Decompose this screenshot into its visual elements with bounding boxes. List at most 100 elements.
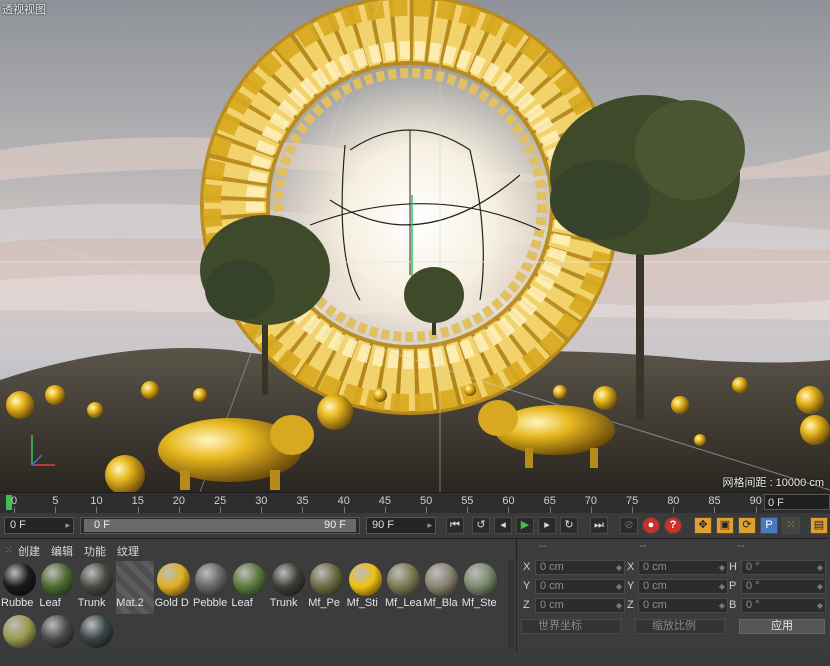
timeline-tick-label: 25: [214, 495, 227, 507]
position-y-field[interactable]: 0 cm ◆: [535, 579, 625, 594]
move-key-icon[interactable]: ✥: [694, 517, 712, 534]
timeline-tick-label: 35: [296, 495, 309, 507]
material-swatch[interactable]: Gold D: [155, 561, 193, 614]
material-label: [1, 649, 39, 663]
timeline-tick-label: 70: [584, 495, 598, 507]
material-swatch[interactable]: Mf_Lea: [385, 561, 423, 614]
viewport-title[interactable]: 透视视图: [2, 1, 46, 17]
previous-frame-icon[interactable]: ◂: [494, 517, 512, 534]
keyframe-lock-icon[interactable]: ⊘: [620, 517, 638, 534]
size-z-field[interactable]: 0 cm ◆: [638, 598, 728, 613]
rotate-key-icon[interactable]: ⟳: [738, 517, 756, 534]
spinner-icon[interactable]: ◆: [817, 580, 823, 593]
go-to-end-icon[interactable]: ⏭: [590, 517, 608, 534]
material-swatch[interactable]: Leaf: [231, 561, 269, 614]
end-frame-value: 90 F: [372, 519, 395, 531]
spinner-icon[interactable]: ▸: [427, 518, 432, 533]
material-swatch[interactable]: Rubbe: [1, 561, 39, 614]
rotation-b-value: 0 °: [746, 599, 760, 611]
spinner-icon[interactable]: ◆: [616, 561, 622, 574]
point-level-icon[interactable]: ⁙: [782, 517, 800, 534]
position-z-field[interactable]: 0 cm ◆: [535, 598, 625, 613]
next-key-icon[interactable]: ↻: [560, 517, 578, 534]
material-label: Trunk: [269, 597, 298, 609]
size-header: --: [639, 540, 647, 552]
rotation-p-field[interactable]: 0 ° ◆: [741, 579, 826, 594]
spinner-icon[interactable]: ◆: [817, 599, 823, 612]
perspective-viewport[interactable]: 透视视图 网格间距 : 10000 cm: [0, 0, 830, 492]
auto-key-icon[interactable]: ?: [664, 517, 682, 534]
timeline-tick-label: 45: [378, 495, 392, 507]
rotation-h-label: H: [729, 561, 737, 573]
material-label: [39, 649, 77, 663]
parameter-key-icon[interactable]: P: [760, 517, 778, 534]
scale-mode-select[interactable]: 缩放比例: [635, 619, 725, 634]
position-x-field[interactable]: 0 cm ◆: [535, 560, 625, 575]
material-swatch[interactable]: Mf_Ste: [462, 561, 500, 614]
material-scrollbar[interactable]: [508, 561, 514, 649]
go-to-start-icon[interactable]: ⏮: [446, 517, 464, 534]
spinner-icon[interactable]: ▸: [65, 518, 70, 533]
size-z-label: Z: [627, 599, 634, 611]
menu-edit[interactable]: 编辑: [51, 543, 73, 559]
coordinate-mode-select[interactable]: 世界坐标: [521, 619, 621, 634]
menu-texture[interactable]: 纹理: [117, 543, 139, 559]
timeline-tick-label: 40: [337, 495, 350, 507]
size-x-label: X: [627, 561, 635, 573]
material-swatch[interactable]: Leaf: [39, 561, 77, 614]
spinner-icon[interactable]: ◆: [719, 561, 725, 574]
spinner-icon[interactable]: ◆: [817, 561, 823, 574]
material-swatch[interactable]: [1, 613, 39, 666]
material-label: Pebble: [193, 597, 228, 609]
size-y-value: 0 cm: [643, 580, 667, 592]
material-swatch[interactable]: Mf_Sti: [347, 561, 385, 614]
material-swatch[interactable]: Mf_Bla: [423, 561, 461, 614]
play-icon[interactable]: ▶: [516, 517, 534, 534]
previous-key-icon[interactable]: ↺: [472, 517, 490, 534]
scale-key-icon[interactable]: ▣: [716, 517, 734, 534]
material-swatch[interactable]: [39, 613, 77, 666]
next-frame-icon[interactable]: ▸: [538, 517, 556, 534]
size-y-field[interactable]: 0 cm ◆: [638, 579, 728, 594]
material-swatch[interactable]: Trunk: [78, 561, 116, 614]
material-swatch[interactable]: Mf_Pe: [308, 561, 346, 614]
spinner-icon[interactable]: ◆: [616, 599, 622, 612]
spinner-icon[interactable]: ◆: [719, 580, 725, 593]
material-swatch[interactable]: Pebble: [193, 561, 231, 614]
material-preview-sphere: [41, 563, 75, 596]
menu-create[interactable]: 创建: [18, 543, 40, 559]
material-preview-sphere: [3, 615, 36, 648]
menu-function[interactable]: 功能: [84, 543, 106, 559]
material-swatch[interactable]: Mat.2: [116, 561, 155, 614]
preview-range-slider[interactable]: 0 F 90 F: [80, 517, 360, 534]
material-preview-sphere: [3, 563, 36, 596]
start-frame-field[interactable]: 0 F ▸: [4, 517, 74, 534]
preview-range-bar[interactable]: 0 F 90 F: [84, 519, 356, 532]
apply-button[interactable]: 应用: [739, 619, 825, 634]
timeline-tick-label: 60: [502, 495, 515, 507]
viewport-render: [0, 0, 830, 492]
material-preview-sphere: [41, 615, 75, 648]
timeline-ruler[interactable]: 0 5 10 15 20 25 30 35 40 45 50 55 60 65 70 75 80 85 90 0 F: [0, 492, 830, 513]
size-x-field[interactable]: 0 cm ◆: [638, 560, 728, 575]
material-label: Leaf: [39, 597, 61, 609]
rotation-b-field[interactable]: 0 ° ◆: [741, 598, 826, 613]
material-preview-sphere: [425, 563, 459, 596]
timeline-icon[interactable]: ▤: [810, 517, 828, 534]
spinner-icon[interactable]: ◆: [616, 580, 622, 593]
current-frame-field[interactable]: 0 F: [764, 494, 830, 510]
position-header: --: [539, 540, 547, 552]
record-icon[interactable]: ●: [642, 517, 660, 534]
material-menu-bar: ⁙ 创建 编辑 功能 纹理: [0, 539, 516, 559]
timeline-tick-label: 55: [461, 495, 474, 507]
size-x-value: 0 cm: [643, 561, 667, 573]
grip-icon[interactable]: ⁙: [5, 545, 13, 556]
material-swatch[interactable]: [78, 613, 116, 666]
rotation-h-field[interactable]: 0 ° ◆: [741, 560, 826, 575]
range-start-value: 0 F: [94, 519, 110, 531]
material-preview-sphere: [156, 563, 190, 596]
material-swatch[interactable]: Trunk: [270, 561, 308, 614]
end-frame-field[interactable]: 90 F ▸: [366, 517, 436, 534]
material-preview-sphere: [79, 563, 113, 596]
spinner-icon[interactable]: ◆: [719, 599, 725, 612]
